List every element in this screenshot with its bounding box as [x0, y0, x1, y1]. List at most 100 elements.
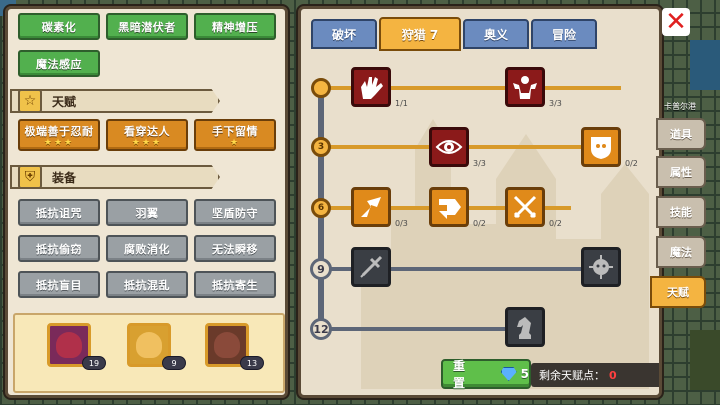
equip-chip[interactable]: 羽翼 [106, 199, 188, 226]
skill-cross-swords[interactable] [505, 187, 545, 227]
skull-shield-icon [591, 137, 611, 159]
star-rating: ★★★ [43, 138, 75, 148]
skill-chip-label: 碳素化 [41, 20, 77, 34]
talent-chip-label: 极端善于忍耐 [24, 125, 94, 138]
tab-destroy[interactable]: 破坏 [311, 19, 377, 49]
equipment-section-title: 装备 [52, 170, 77, 185]
equip-chip[interactable]: 抵抗盲目 [18, 271, 100, 298]
skill-rank: 0/2 [549, 219, 562, 228]
skill-chip-label: 黑暗潜伏者 [118, 20, 176, 34]
equip-chip-label: 抵抗偷窃 [36, 242, 82, 256]
side-tab-label: 魔法 [670, 246, 692, 259]
hero-level-badge: 9 [162, 356, 186, 370]
tab-label: 破坏 [331, 27, 356, 42]
skill-spiked-skull-locked[interactable] [581, 247, 621, 287]
equip-chip[interactable]: 抵抗混乱 [106, 271, 188, 298]
skill-strongman[interactable] [505, 67, 545, 107]
reset-cost-value: 5 [520, 367, 529, 381]
eye-icon [435, 140, 463, 154]
talent-chip-label: 手下留情 [212, 125, 258, 138]
tier-node-0 [311, 78, 331, 98]
skill-claw-hand[interactable] [351, 67, 391, 107]
equip-chip[interactable]: 坚盾防守 [194, 199, 276, 226]
tier-node-9: 9 [310, 258, 332, 280]
skill-chip[interactable]: 碳素化 [18, 13, 100, 40]
side-tab-skills[interactable]: 技能 [656, 196, 706, 228]
hero-level-badge: 19 [82, 356, 106, 370]
equip-chip[interactable]: 腐败消化 [106, 235, 188, 262]
skill-rank: 0/2 [625, 159, 638, 168]
tier-track-3 [321, 145, 621, 149]
tier-node-3: 3 [311, 137, 331, 157]
chess-knight-icon [517, 317, 531, 339]
hero-portrait[interactable]: 13 [205, 323, 264, 370]
hero-face [56, 332, 82, 358]
tab-adventure[interactable]: 冒险 [531, 19, 597, 49]
skill-rank: 3/3 [549, 99, 562, 108]
skill-eagle-eye[interactable] [429, 127, 469, 167]
equip-chip-label: 抵抗盲目 [36, 278, 82, 292]
muscle-icon [513, 76, 537, 99]
armor-icon: ⛨ [18, 165, 42, 189]
hero-portrait[interactable]: 19 [47, 323, 106, 370]
equip-chip[interactable]: 抵抗诅咒 [18, 199, 100, 226]
side-tab-items[interactable]: 道具 [656, 118, 706, 150]
skill-rank: 0/2 [473, 219, 486, 228]
equip-chip-label: 抵抗混乱 [124, 278, 170, 292]
close-icon: ✕ [665, 7, 687, 37]
skill-charge[interactable] [429, 187, 469, 227]
remaining-points-label: 剩余天赋点： [539, 369, 605, 382]
equip-chip[interactable]: 无法瞬移 [194, 235, 276, 262]
skill-chip[interactable]: 黑暗潜伏者 [106, 13, 188, 40]
equip-chip-label: 抵抗寄生 [212, 278, 258, 292]
star-badge-icon: ☆ [18, 89, 42, 113]
tier-node-label: 3 [317, 142, 325, 152]
talent-chip[interactable]: 手下留情 ★ [194, 119, 276, 151]
reset-talents-button[interactable]: 重置 5 [441, 359, 531, 390]
remaining-points: 剩余天赋点： 0 [531, 363, 659, 387]
hero-face [136, 332, 162, 358]
equip-chip[interactable]: 抵抗寄生 [194, 271, 276, 298]
side-tab-label: 天赋 [667, 286, 689, 299]
side-tab-magic[interactable]: 魔法 [656, 236, 706, 268]
map-location-label: 卡普尔港 [664, 102, 696, 111]
skill-skull-shield[interactable] [581, 127, 621, 167]
side-tab-attributes[interactable]: 属性 [656, 156, 706, 188]
hero-portrait[interactable]: 9 [127, 323, 186, 370]
talent-tree-panel: 破坏 狩猎 7 奥义 冒险 3 6 9 12 1/1 3/3 3/3 0/2 0… [298, 6, 662, 398]
skill-syringe-locked[interactable] [351, 247, 391, 287]
star-rating: ★★★ [131, 138, 163, 148]
reset-label: 重置 [453, 359, 466, 390]
reset-cost: 5 [500, 367, 529, 381]
talent-chip[interactable]: 极端善于忍耐 ★★★ [18, 119, 100, 151]
skill-slash-strike[interactable] [351, 187, 391, 227]
side-tab-label: 属性 [670, 166, 692, 179]
close-button[interactable]: ✕ [662, 8, 690, 36]
skill-rank: 0/3 [395, 219, 408, 228]
tier-node-6: 6 [311, 198, 331, 218]
character-attributes-panel: 碳素化 黑暗潜伏者 精神增压 魔法感应 天赋 ☆ 极端善于忍耐 ★★★ 看穿达人… [5, 6, 288, 398]
slash-icon [361, 197, 381, 217]
star-rating: ★ [229, 138, 241, 148]
equip-chip[interactable]: 抵抗偷窃 [18, 235, 100, 262]
equip-chip-label: 腐败消化 [124, 242, 170, 256]
tab-mystery[interactable]: 奥义 [463, 19, 529, 49]
remaining-points-value: 0 [609, 368, 617, 382]
tier-node-12: 12 [310, 318, 332, 340]
skill-rank: 3/3 [473, 159, 486, 168]
tab-label: 奥义 [483, 27, 508, 42]
hero-level-badge: 13 [240, 356, 264, 370]
tier-node-label: 12 [313, 322, 329, 336]
side-tab-label: 技能 [670, 206, 692, 219]
skill-chip[interactable]: 精神增压 [194, 13, 276, 40]
tab-label: 狩猎 7 [401, 27, 439, 42]
talent-chip[interactable]: 看穿达人 ★★★ [106, 119, 188, 151]
tier-node-label: 6 [317, 203, 325, 213]
skill-chip[interactable]: 魔法感应 [18, 50, 100, 77]
tab-hunt[interactable]: 狩猎 7 [379, 17, 461, 51]
crossed-swords-icon [513, 195, 537, 219]
syringe-icon [360, 255, 383, 278]
side-tab-talents[interactable]: 天赋 [650, 276, 706, 308]
tab-label: 冒险 [551, 27, 576, 42]
skill-knight-locked[interactable] [505, 307, 545, 347]
